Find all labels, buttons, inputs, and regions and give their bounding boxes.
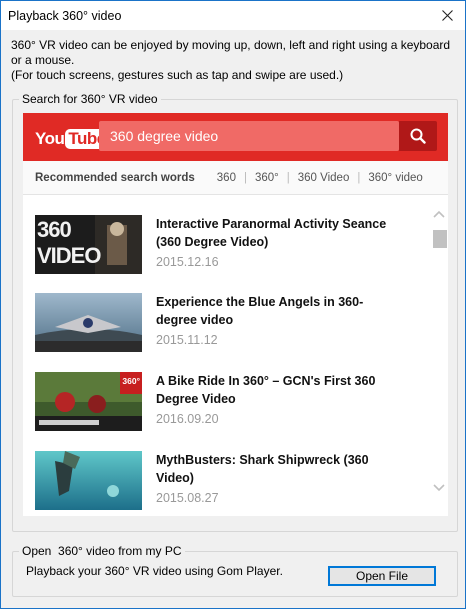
open-group-description: Playback your 360° VR video using Gom Pl… [26,564,283,578]
video-item[interactable]: MythBusters: Shark Shipwreck (360 Video)… [35,451,430,513]
video-date: 2015.08.27 [156,491,219,505]
separator: | [243,171,247,184]
video-title: Experience the Blue Angels in 360-degree… [156,295,364,327]
youtube-logo-you: You [35,129,65,148]
video-title: A Bike Ride In 360° – GCN's First 360 De… [156,374,376,406]
scroll-up-button[interactable] [432,207,446,221]
video-thumbnail: 360° [35,372,142,431]
title-bar[interactable]: Playback 360° video [1,1,465,30]
search-icon [410,128,426,144]
separator: | [286,171,290,184]
video-thumbnail [35,293,142,352]
description: 360° VR video can be enjoyed by moving u… [11,38,451,83]
window-title: Playback 360° video [8,8,122,23]
recommended-label: Recommended search words [35,171,195,184]
youtube-search-box[interactable] [99,121,399,151]
separator: | [357,171,361,184]
description-line-2: (For touch screens, gestures such as tap… [11,68,344,82]
video-date: 2015.12.16 [156,255,219,269]
youtube-logo[interactable]: You Tube [35,128,109,150]
close-icon [441,9,453,21]
open-file-button[interactable]: Open File [328,566,436,586]
video-thumbnail: 360 VIDEO [35,215,142,274]
search-group-legend: Search for 360° VR video [19,92,161,106]
thumbnail-text: 360 VIDEO [37,217,101,268]
open-group-legend: Open 360° video from my PC [19,544,185,558]
video-date: 2015.11.12 [156,333,218,347]
recommended-word-4[interactable]: 360° video [368,172,422,184]
video-date: 2016.09.20 [156,412,219,426]
dialog-window: Playback 360° video 360° VR video can be… [0,0,466,609]
youtube-header: You Tube [23,113,448,161]
video-list-scrollbar[interactable] [430,195,448,516]
youtube-search-input[interactable] [108,127,392,145]
recommended-word-1[interactable]: 360 [217,172,236,184]
video-item[interactable]: 360° A Bike Ride In 360° – GCN's First 3… [35,372,430,434]
video-list: 360 VIDEO Interactive Paranormal Activit… [23,195,430,516]
open-file-group: Open 360° video from my PC Playback your… [12,544,458,597]
video-title: Interactive Paranormal Activity Seance (… [156,217,387,249]
recommended-words-row: Recommended search words 360 | 360° | 36… [23,161,448,195]
search-group: Search for 360° VR video You Tube 360 de… [12,92,458,532]
recommended-word-2[interactable]: 360° [255,172,279,184]
description-line-1: 360° VR video can be enjoyed by moving u… [11,38,454,67]
video-item[interactable]: 360 VIDEO Interactive Paranormal Activit… [35,215,430,277]
youtube-search-button[interactable] [399,121,437,151]
close-button[interactable] [435,5,459,25]
chevron-up-icon [433,210,445,218]
scroll-down-button[interactable] [432,481,446,495]
youtube-panel: You Tube Recommended search words 360 [23,113,448,516]
chevron-down-icon [433,484,445,492]
recommended-word-3[interactable]: 360 Video [298,172,350,184]
scroll-thumb[interactable] [433,230,447,248]
video-item[interactable]: Experience the Blue Angels in 360-degree… [35,293,430,355]
video-title: MythBusters: Shark Shipwreck (360 Video) [156,453,369,485]
video-thumbnail [35,451,142,510]
thumbnail-badge: 360° [122,376,140,386]
